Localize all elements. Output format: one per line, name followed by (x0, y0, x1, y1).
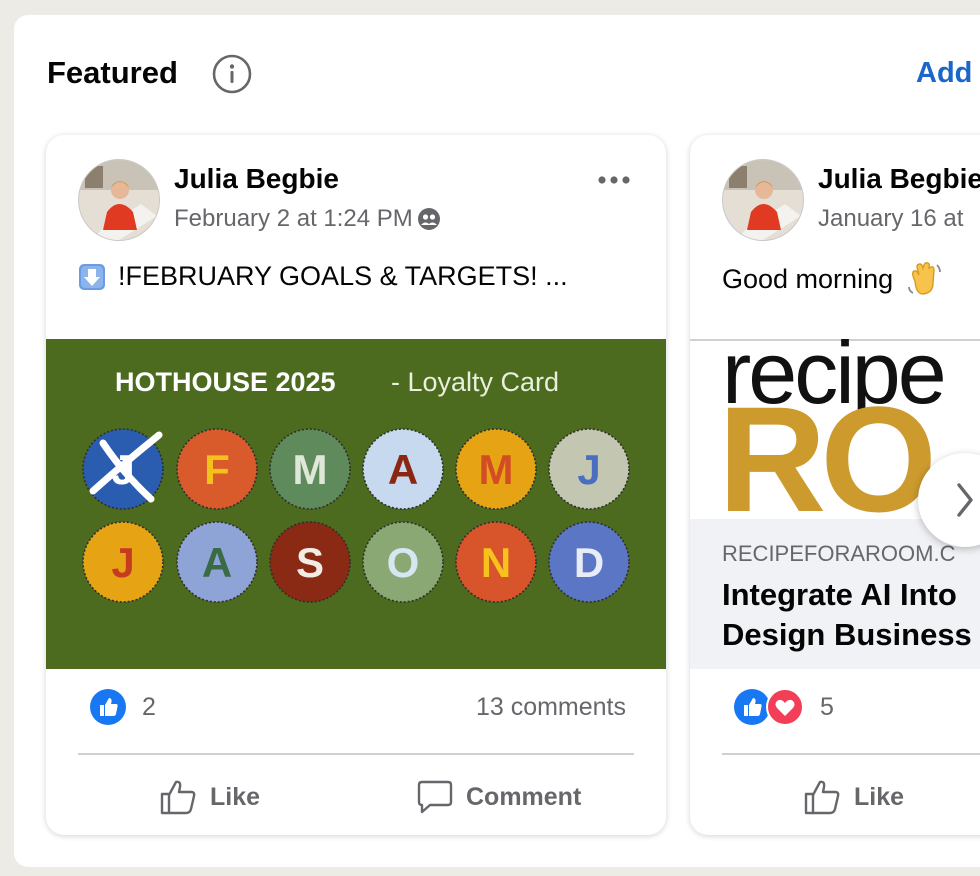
divider (78, 753, 634, 755)
comment-button[interactable]: Comment (416, 775, 581, 819)
comments-count[interactable]: 13 comments (476, 693, 626, 722)
link-title-line1: Integrate AI Into (722, 577, 957, 612)
avatar[interactable] (78, 159, 160, 241)
post-timestamp[interactable]: February 2 at 1:24 PM (174, 205, 441, 233)
waving-hand-emoji-icon (908, 262, 942, 295)
more-options-icon[interactable] (596, 173, 632, 187)
month-letter: S (296, 539, 324, 586)
avatar[interactable] (722, 159, 804, 241)
month-badge: A (362, 428, 444, 510)
month-letter: F (204, 446, 230, 493)
post-text-content: Good morning (722, 263, 894, 294)
month-badge: N (455, 521, 537, 603)
like-button[interactable]: Like (802, 775, 904, 819)
media-title-rest: - Loyalty Card (391, 367, 559, 397)
link-image-word-bottom: RO (718, 375, 931, 543)
love-reaction-icon (766, 688, 804, 726)
down-arrow-emoji-icon (79, 263, 105, 290)
reactions-count: 2 (142, 692, 156, 721)
month-letter: A (202, 539, 232, 586)
month-badge: J (548, 428, 630, 510)
post-text[interactable]: !FEBRUARY GOALS & TARGETS! ... (78, 261, 568, 292)
add-featured-link[interactable]: Add (916, 57, 972, 90)
section-title: Featured (47, 55, 178, 90)
comment-label: Comment (466, 782, 582, 811)
month-badge: J (82, 428, 164, 510)
month-letter: M (293, 446, 328, 493)
info-icon[interactable] (212, 54, 252, 94)
like-reaction-icon (734, 689, 770, 725)
comment-icon (417, 780, 453, 814)
month-letter: A (388, 446, 418, 493)
post-timestamp[interactable]: January 16 at (818, 205, 963, 233)
like-reaction-icon (90, 689, 126, 725)
like-label: Like (210, 782, 261, 811)
carousel-next-button[interactable] (918, 453, 980, 547)
month-letter: D (574, 539, 604, 586)
month-letter: J (577, 446, 600, 493)
reactions-summary[interactable]: 2 (90, 687, 156, 727)
month-badge: S (269, 521, 351, 603)
month-letter: O (387, 539, 420, 586)
month-badge: M (455, 428, 537, 510)
month-badge: M (269, 428, 351, 510)
featured-post-card[interactable]: Julia Begbie February 2 at 1:24 PM !FEBR… (46, 135, 666, 835)
post-author[interactable]: Julia Begbie (174, 163, 339, 195)
like-label: Like (854, 782, 905, 811)
thumbs-up-icon (804, 780, 840, 815)
post-text-content: !FEBRUARY GOALS & TARGETS! ... (118, 261, 568, 291)
post-date-text: January 16 at (818, 205, 964, 232)
reactions-count: 5 (820, 692, 834, 721)
month-letter: N (481, 539, 511, 586)
post-image[interactable]: HOTHOUSE 2025 - Loyalty Card JFMAMJJASON… (46, 339, 666, 669)
reactions-summary[interactable]: 5 (734, 687, 834, 727)
month-badge: J (82, 521, 164, 603)
friends-icon (417, 208, 440, 230)
month-badge: A (176, 521, 258, 603)
month-badge: O (362, 521, 444, 603)
month-letter: J (111, 539, 134, 586)
month-letter: M (479, 446, 514, 493)
reaction-icons (734, 688, 804, 726)
like-button[interactable]: Like (158, 775, 260, 819)
media-title-bold: HOTHOUSE 2025 (115, 367, 336, 397)
link-title-line2: Design Business (722, 617, 972, 652)
chevron-right-icon (957, 483, 973, 517)
thumbs-up-icon (160, 780, 196, 815)
featured-section: Featured Add Julia Begbie February 2 at … (14, 15, 980, 867)
post-date-text: February 2 at 1:24 PM (174, 205, 413, 232)
post-text[interactable]: Good morning (722, 261, 945, 297)
post-author[interactable]: Julia Begbie (818, 163, 980, 195)
month-badge: F (176, 428, 258, 510)
month-badge: D (548, 521, 630, 603)
divider (722, 753, 980, 755)
